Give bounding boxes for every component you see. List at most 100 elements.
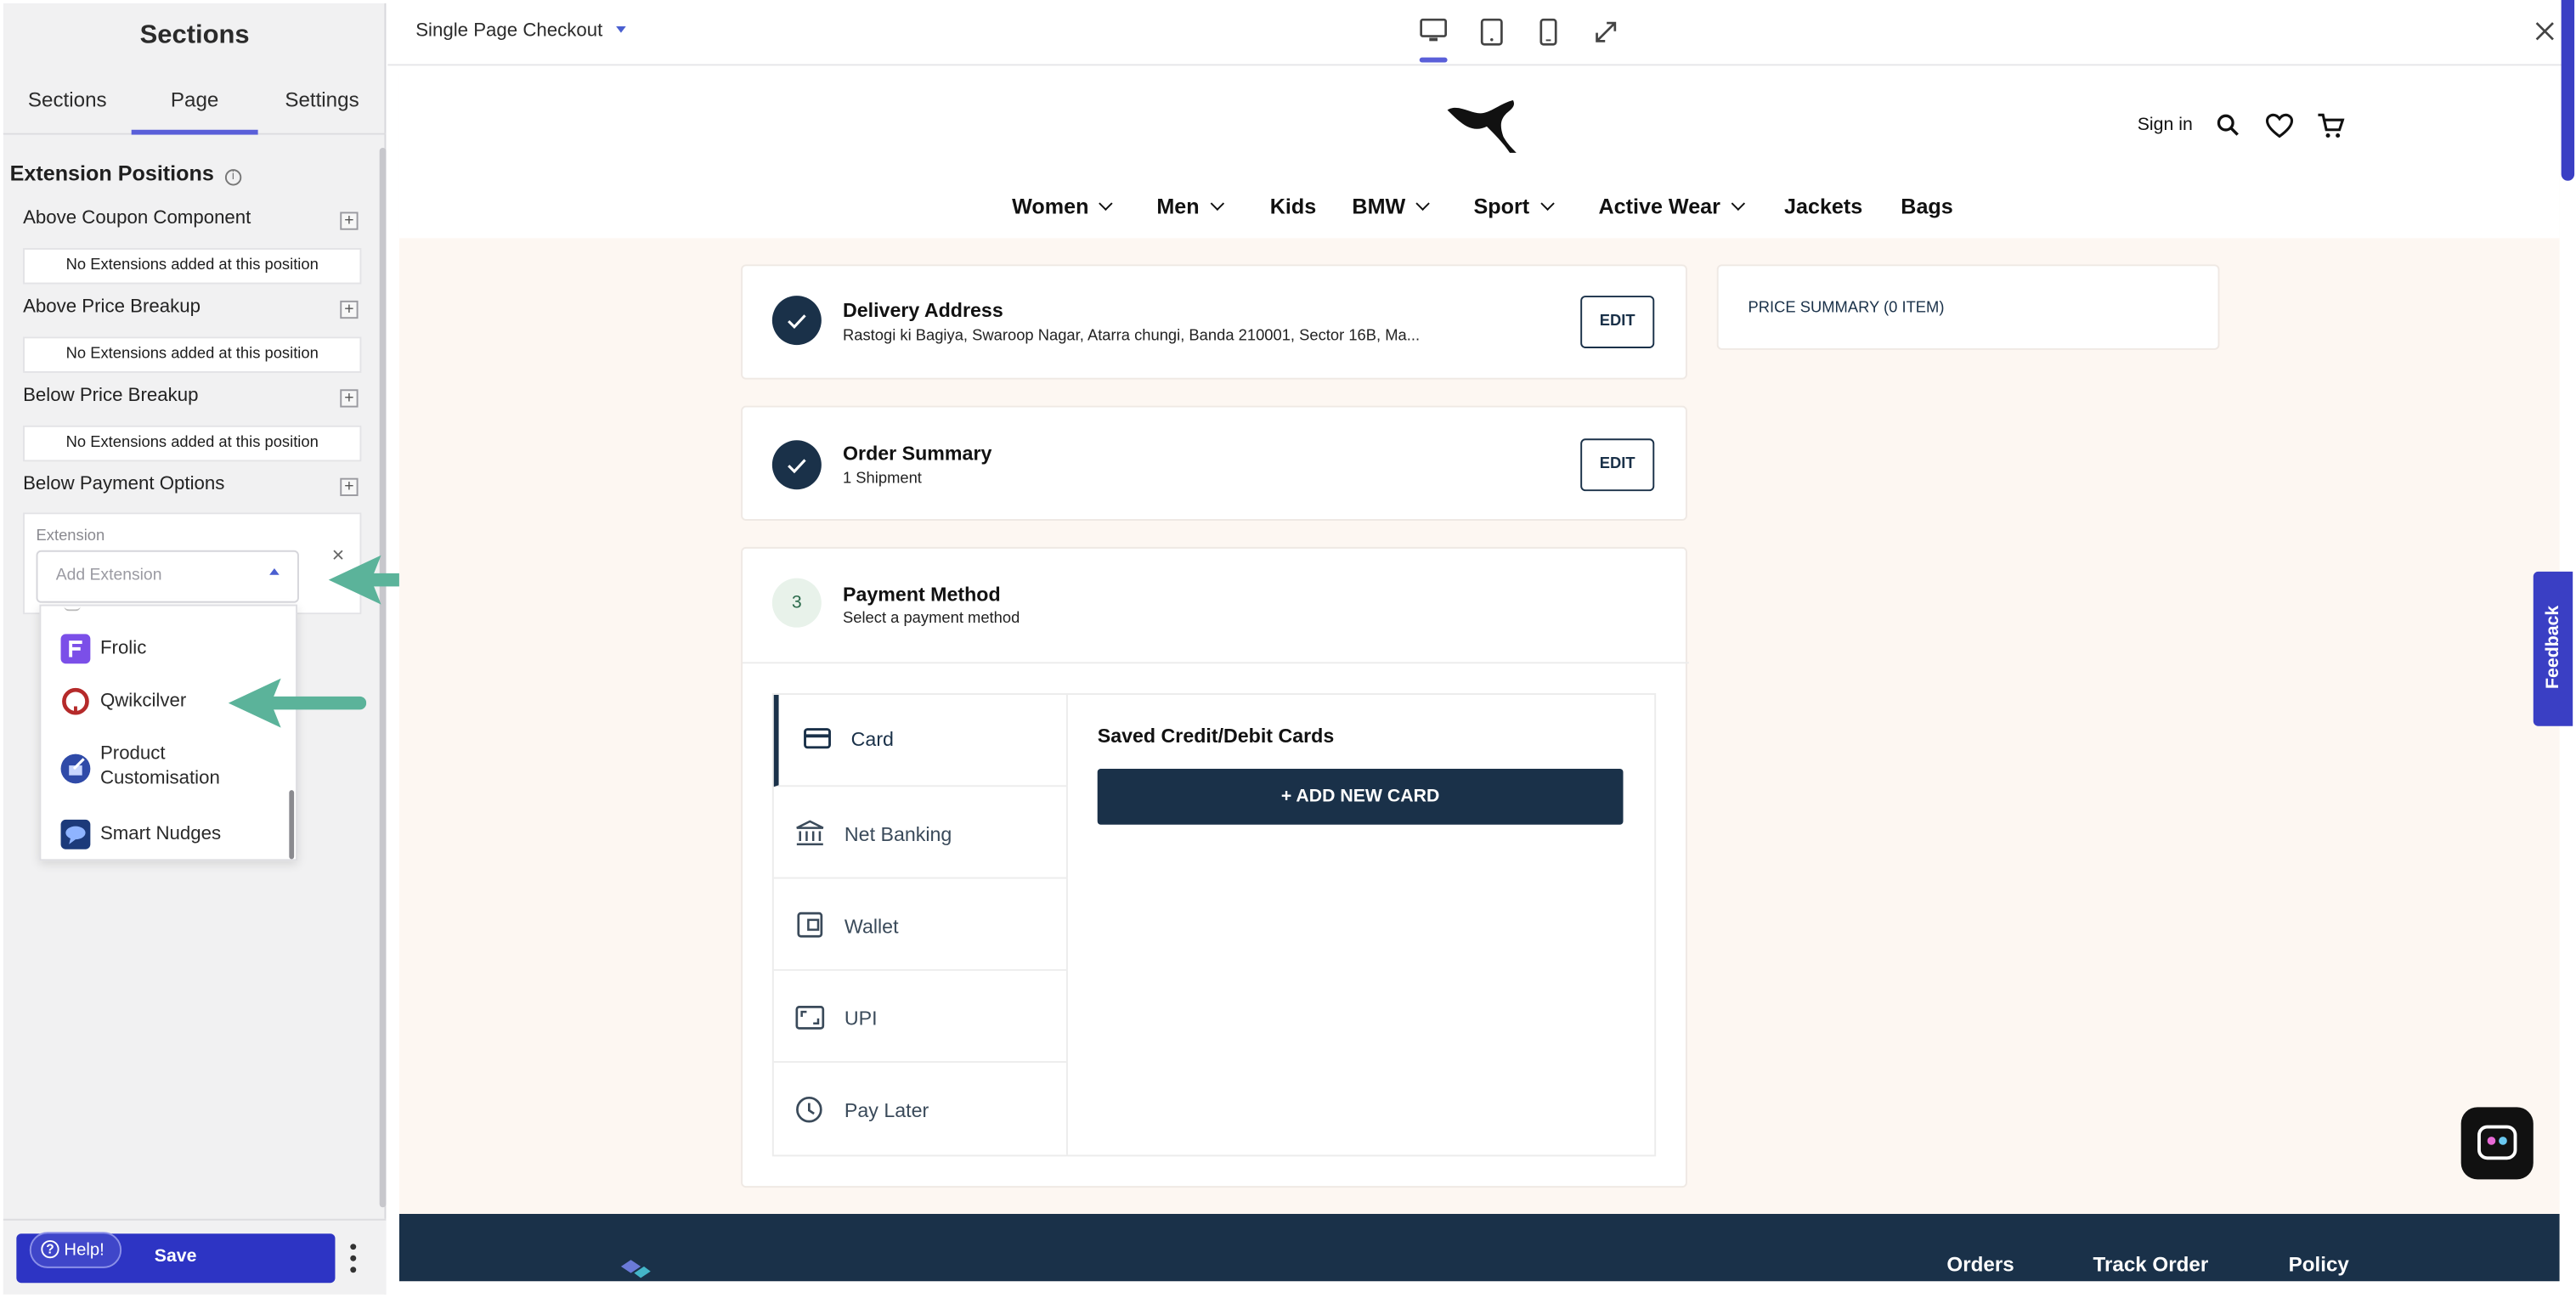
footer-link-policy[interactable]: Policy bbox=[2289, 1253, 2349, 1276]
nav-kids[interactable]: Kids bbox=[1270, 194, 1316, 218]
annotation-arrow bbox=[225, 675, 367, 731]
order-summary-subtitle: 1 Shipment bbox=[842, 470, 922, 488]
extension-positions-heading: Extension Positions i bbox=[9, 161, 242, 186]
chat-icon bbox=[2477, 1125, 2517, 1160]
payment-option-wallet[interactable]: Wallet bbox=[773, 879, 1066, 971]
price-summary-card: PRICE SUMMARY (0 ITEM) bbox=[1716, 264, 2220, 350]
delivery-address-card: Delivery Address Rastogi ki Bagiya, Swar… bbox=[741, 264, 1687, 380]
tab-settings[interactable]: Settings bbox=[266, 69, 377, 134]
more-options-icon[interactable] bbox=[348, 1242, 359, 1275]
edit-order-button[interactable]: EDIT bbox=[1580, 438, 1655, 492]
heading-text: Extension Positions bbox=[9, 161, 214, 186]
edit-delivery-button[interactable]: EDIT bbox=[1580, 296, 1655, 348]
position-label-below-price: Below Price Breakup bbox=[23, 386, 199, 406]
nav-label: Men bbox=[1156, 194, 1200, 219]
order-summary-title: Order Summary bbox=[842, 442, 992, 466]
nav-active-wear[interactable]: Active Wear bbox=[1598, 194, 1745, 219]
add-extension-plus-icon[interactable]: + bbox=[340, 389, 359, 408]
active-device-indicator bbox=[1419, 57, 1448, 63]
empty-position-message: No Extensions added at this position bbox=[23, 425, 362, 462]
nav-label: Sport bbox=[1473, 194, 1530, 219]
feedback-label: Feedback bbox=[2543, 605, 2563, 689]
left-panel: Sections Sections Page Settings Extensio… bbox=[3, 3, 387, 1295]
upi-icon bbox=[795, 1005, 825, 1030]
page-selector-label: Single Page Checkout bbox=[415, 21, 603, 42]
page-selector[interactable]: Single Page Checkout bbox=[415, 21, 626, 41]
chevron-down-icon bbox=[1731, 196, 1745, 211]
add-extension-plus-icon[interactable]: + bbox=[340, 300, 359, 319]
dropdown-option-product-customisation[interactable]: Product Customisation bbox=[41, 737, 287, 797]
qwikcilver-icon bbox=[61, 686, 91, 716]
product-customisation-icon bbox=[60, 753, 91, 784]
add-extension-select[interactable]: Add Extension bbox=[36, 550, 299, 603]
nav-men[interactable]: Men bbox=[1156, 194, 1224, 219]
nav-bmw[interactable]: BMW bbox=[1352, 194, 1431, 219]
chevron-down-icon bbox=[1539, 196, 1554, 211]
search-icon[interactable] bbox=[2217, 113, 2240, 136]
footer-link-track-order[interactable]: Track Order bbox=[2093, 1253, 2209, 1276]
chat-widget-button[interactable] bbox=[2460, 1107, 2534, 1180]
check-icon bbox=[771, 440, 822, 490]
extension-field-label: Extension bbox=[36, 527, 105, 545]
nav-sport[interactable]: Sport bbox=[1473, 194, 1554, 219]
tablet-icon[interactable] bbox=[1480, 18, 1503, 46]
payment-option-net-banking[interactable]: Net Banking bbox=[773, 787, 1066, 879]
help-label: Help! bbox=[64, 1239, 105, 1261]
payment-option-label: UPI bbox=[844, 1007, 878, 1030]
nav-bags[interactable]: Bags bbox=[1901, 194, 1952, 218]
nav-label: BMW bbox=[1352, 194, 1406, 219]
tab-sections[interactable]: Sections bbox=[10, 69, 125, 134]
feedback-tab[interactable]: Feedback bbox=[2533, 571, 2573, 726]
payment-option-upi[interactable]: UPI bbox=[773, 971, 1066, 1064]
info-icon[interactable]: i bbox=[224, 169, 242, 186]
option-label: Frolic bbox=[99, 639, 147, 659]
partial-item-icon bbox=[64, 607, 81, 612]
nav-label: Women bbox=[1012, 194, 1089, 219]
card-icon bbox=[804, 728, 832, 749]
add-new-card-button[interactable]: + ADD NEW CARD bbox=[1097, 768, 1624, 825]
payment-method-card: 3 Payment Method Select a payment method… bbox=[741, 546, 1689, 1188]
position-label-below-payment: Below Payment Options bbox=[23, 474, 225, 495]
bank-icon bbox=[795, 820, 825, 846]
desktop-icon[interactable] bbox=[1420, 18, 1448, 44]
payment-subtitle: Select a payment method bbox=[842, 609, 1020, 628]
check-icon bbox=[771, 296, 822, 346]
add-extension-plus-icon[interactable]: + bbox=[340, 212, 359, 230]
mobile-icon[interactable] bbox=[1539, 18, 1557, 46]
payment-option-card[interactable]: Card bbox=[773, 694, 1066, 787]
caret-down-icon bbox=[616, 25, 626, 33]
dropdown-scrollbar[interactable] bbox=[289, 790, 295, 860]
puma-logo[interactable] bbox=[1444, 93, 1523, 159]
site-footer: Orders Track Order Policy bbox=[398, 1214, 2560, 1282]
site-header: Sign in Women Men Kids BMW Sport Active … bbox=[398, 74, 2560, 239]
footer-logo-icon bbox=[618, 1256, 654, 1281]
preview-canvas: Sign in Women Men Kids BMW Sport Active … bbox=[398, 74, 2560, 1282]
delivery-title: Delivery Address bbox=[842, 298, 1003, 323]
payment-options-panel: Card Net Banking Wallet UPI Pay Later Sa… bbox=[771, 693, 1657, 1157]
panel-scrollbar[interactable] bbox=[379, 148, 387, 1208]
help-button[interactable]: ? Help! bbox=[29, 1232, 122, 1268]
cart-icon[interactable] bbox=[2317, 111, 2345, 139]
tab-page[interactable]: Page bbox=[131, 69, 258, 135]
step-number-badge: 3 bbox=[771, 578, 822, 628]
wishlist-heart-icon[interactable] bbox=[2265, 113, 2294, 138]
payment-option-pay-later[interactable]: Pay Later bbox=[774, 1063, 1066, 1154]
nav-jackets[interactable]: Jackets bbox=[1784, 194, 1862, 218]
divider bbox=[1065, 694, 1068, 1155]
save-label: Save bbox=[154, 1246, 197, 1267]
dropdown-option-smart-nudges[interactable]: Smart Nudges bbox=[41, 816, 287, 855]
nav-women[interactable]: Women bbox=[1012, 194, 1114, 219]
position-label-above-coupon: Above Coupon Component bbox=[23, 208, 251, 229]
nav-label: Active Wear bbox=[1598, 194, 1720, 219]
editor-topbar: Single Page Checkout bbox=[387, 3, 2573, 66]
footer-link-orders[interactable]: Orders bbox=[1946, 1253, 2014, 1276]
dropdown-option-frolic[interactable]: Frolic bbox=[41, 626, 287, 672]
close-editor-icon[interactable] bbox=[2534, 20, 2556, 42]
add-extension-plus-icon[interactable]: + bbox=[340, 477, 359, 496]
price-summary-title: PRICE SUMMARY (0 ITEM) bbox=[1748, 298, 1945, 318]
fullscreen-icon[interactable] bbox=[1594, 20, 1618, 44]
app-window: Sections Sections Page Settings Extensio… bbox=[0, 0, 2576, 1298]
position-label-above-price: Above Price Breakup bbox=[23, 296, 201, 318]
frolic-icon bbox=[60, 634, 91, 664]
sign-in-link[interactable]: Sign in bbox=[2138, 115, 2193, 134]
